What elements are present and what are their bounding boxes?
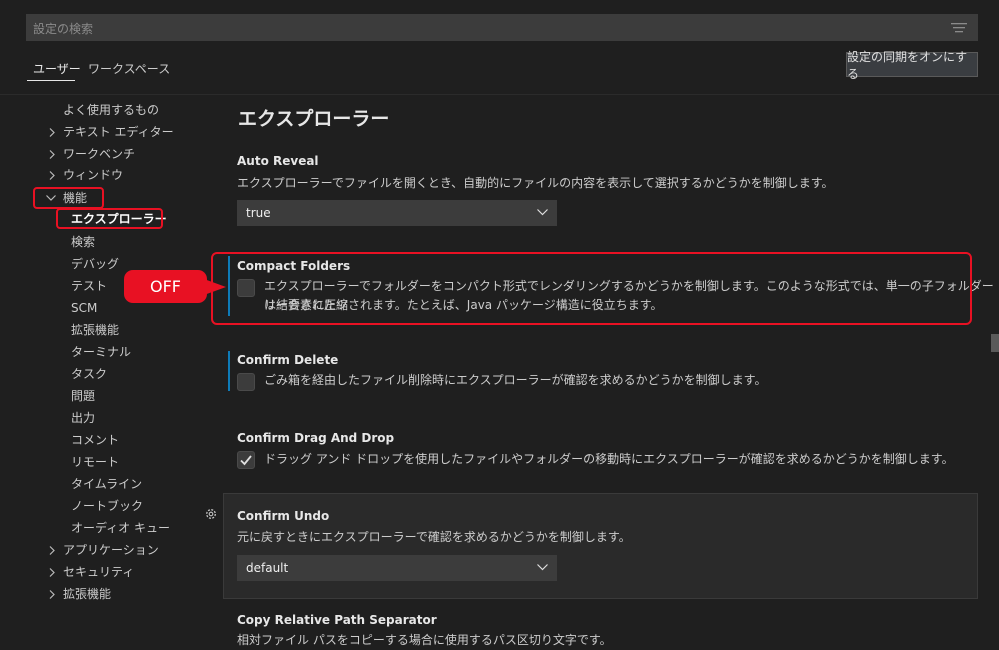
callout-pointer — [204, 279, 226, 295]
highlight-features — [33, 187, 104, 209]
gear-icon[interactable] — [204, 507, 218, 521]
confirm-drag-and-drop-checkbox[interactable] — [237, 451, 255, 469]
tree-item-tasks[interactable]: タスク — [71, 366, 107, 382]
tree-item-commonly-used[interactable]: よく使用するもの — [63, 102, 159, 118]
tree-item-window[interactable]: ウィンドウ — [63, 167, 123, 183]
setting-desc-auto-reveal: エクスプローラーでファイルを開くとき、自動的にファイルの内容を表示して選択するか… — [237, 176, 834, 190]
tree-item-debug[interactable]: デバッグ — [71, 256, 119, 272]
auto-reveal-select[interactable]: true — [237, 200, 557, 226]
tab-user[interactable]: ユーザー — [33, 60, 81, 77]
tree-item-timeline[interactable]: タイムライン — [71, 476, 142, 492]
off-callout: OFF — [124, 270, 226, 303]
scrollbar-thumb[interactable] — [991, 334, 999, 352]
setting-desc-confirm-undo: 元に戻すときにエクスプローラーで確認を求めるかどうかを制御します。 — [237, 530, 631, 544]
setting-desc-copy-relative-path-separator: 相対ファイル パスをコピーする場合に使用するパス区切り文字です。 — [237, 633, 612, 647]
active-tab-indicator — [27, 80, 75, 81]
tree-item-output[interactable]: 出力 — [71, 410, 95, 426]
off-callout-label: OFF — [124, 270, 207, 303]
tree-item-terminal[interactable]: ターミナル — [71, 344, 131, 360]
chevron-right-icon[interactable] — [47, 586, 59, 602]
setting-title-confirm-undo: Confirm Undo — [237, 509, 330, 523]
section-title: エクスプローラー — [238, 108, 390, 130]
chevron-right-icon[interactable] — [47, 146, 59, 162]
tab-workspace[interactable]: ワークスペース — [88, 60, 170, 77]
tree-item-security[interactable]: セキュリティ — [63, 564, 134, 580]
tree-item-search[interactable]: 検索 — [71, 234, 95, 250]
highlight-explorer — [56, 208, 163, 229]
auto-reveal-value: true — [246, 206, 271, 220]
chevron-down-icon — [537, 209, 548, 216]
setting-title-copy-relative-path-separator: Copy Relative Path Separator — [237, 613, 437, 627]
header-divider — [0, 94, 999, 95]
setting-title-confirm-delete: Confirm Delete — [237, 353, 339, 367]
modified-indicator — [228, 351, 230, 391]
setting-title-confirm-drag-and-drop: Confirm Drag And Drop — [237, 431, 395, 445]
tree-item-test[interactable]: テスト — [71, 278, 107, 294]
checkmark-icon — [240, 455, 252, 466]
confirm-undo-select[interactable]: default — [237, 555, 557, 581]
tree-item-text-editor[interactable]: テキスト エディター — [63, 124, 174, 140]
tree-item-scm[interactable]: SCM — [71, 300, 97, 316]
chevron-right-icon[interactable] — [47, 167, 59, 183]
confirm-delete-checkbox[interactable] — [237, 373, 255, 391]
tree-item-comments[interactable]: コメント — [71, 432, 119, 448]
sync-settings-button[interactable]: 設定の同期をオンにする — [846, 50, 978, 81]
search-input[interactable]: 設定の検索 — [26, 14, 978, 41]
tree-item-application[interactable]: アプリケーション — [63, 542, 159, 558]
highlight-compact-folders — [211, 252, 972, 325]
tree-item-extensions-group[interactable]: 拡張機能 — [63, 586, 111, 602]
chevron-right-icon[interactable] — [47, 542, 59, 558]
tree-item-extensions[interactable]: 拡張機能 — [71, 322, 119, 338]
setting-desc-confirm-drag-and-drop: ドラッグ アンド ドロップを使用したファイルやフォルダーの移動時にエクスプローラ… — [264, 452, 954, 466]
tree-item-notebook[interactable]: ノートブック — [71, 498, 143, 514]
tree-item-problems[interactable]: 問題 — [71, 388, 95, 404]
setting-desc-confirm-delete: ごみ箱を経由したファイル削除時にエクスプローラーが確認を求めるかどうかを制御しま… — [264, 373, 767, 387]
chevron-down-icon — [537, 564, 548, 571]
tree-item-remote[interactable]: リモート — [71, 454, 119, 470]
chevron-right-icon[interactable] — [47, 124, 59, 140]
search-placeholder: 設定の検索 — [33, 22, 94, 36]
setting-title-auto-reveal: Auto Reveal — [237, 154, 319, 168]
filter-icon[interactable] — [951, 22, 967, 34]
tree-item-audio-cues[interactable]: オーディオ キュー — [71, 520, 170, 536]
chevron-right-icon[interactable] — [47, 564, 59, 580]
confirm-undo-value: default — [246, 561, 289, 575]
tree-item-workbench[interactable]: ワークベンチ — [63, 146, 135, 162]
